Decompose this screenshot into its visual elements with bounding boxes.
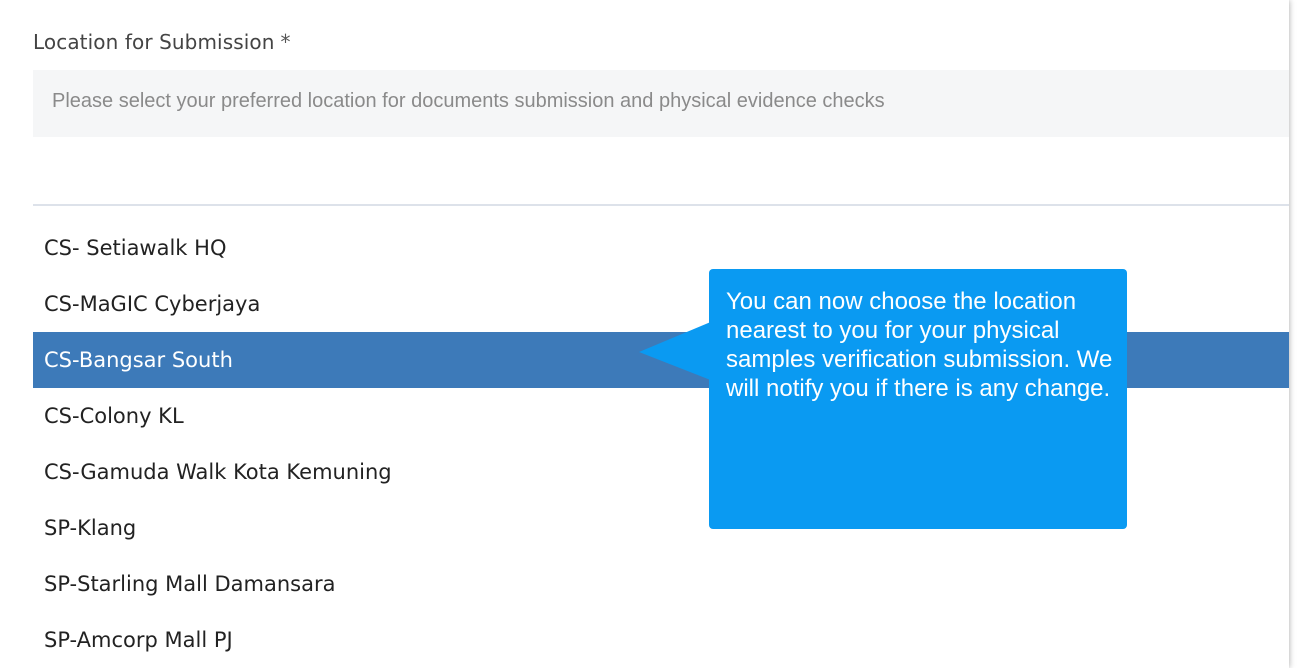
field-hint: Please select your preferred location fo… xyxy=(33,70,1289,137)
location-option[interactable]: CS- Setiawalk HQ xyxy=(33,220,1289,276)
location-option[interactable]: SP-Amcorp Mall PJ xyxy=(33,612,1289,668)
tooltip-callout: You can now choose the location nearest … xyxy=(709,269,1127,529)
location-search-input[interactable] xyxy=(33,137,1289,206)
location-option[interactable]: SP-Starling Mall Damansara xyxy=(33,556,1289,612)
field-label-text: Location for Submission xyxy=(33,30,275,54)
field-hint-text: Please select your preferred location fo… xyxy=(52,90,885,112)
tooltip-pointer xyxy=(639,321,713,381)
required-marker: * xyxy=(280,30,291,54)
location-select-panel: Location for Submission * Please select y… xyxy=(0,0,1289,668)
tooltip-text: You can now choose the location nearest … xyxy=(726,288,1113,402)
field-label: Location for Submission * xyxy=(33,30,291,54)
